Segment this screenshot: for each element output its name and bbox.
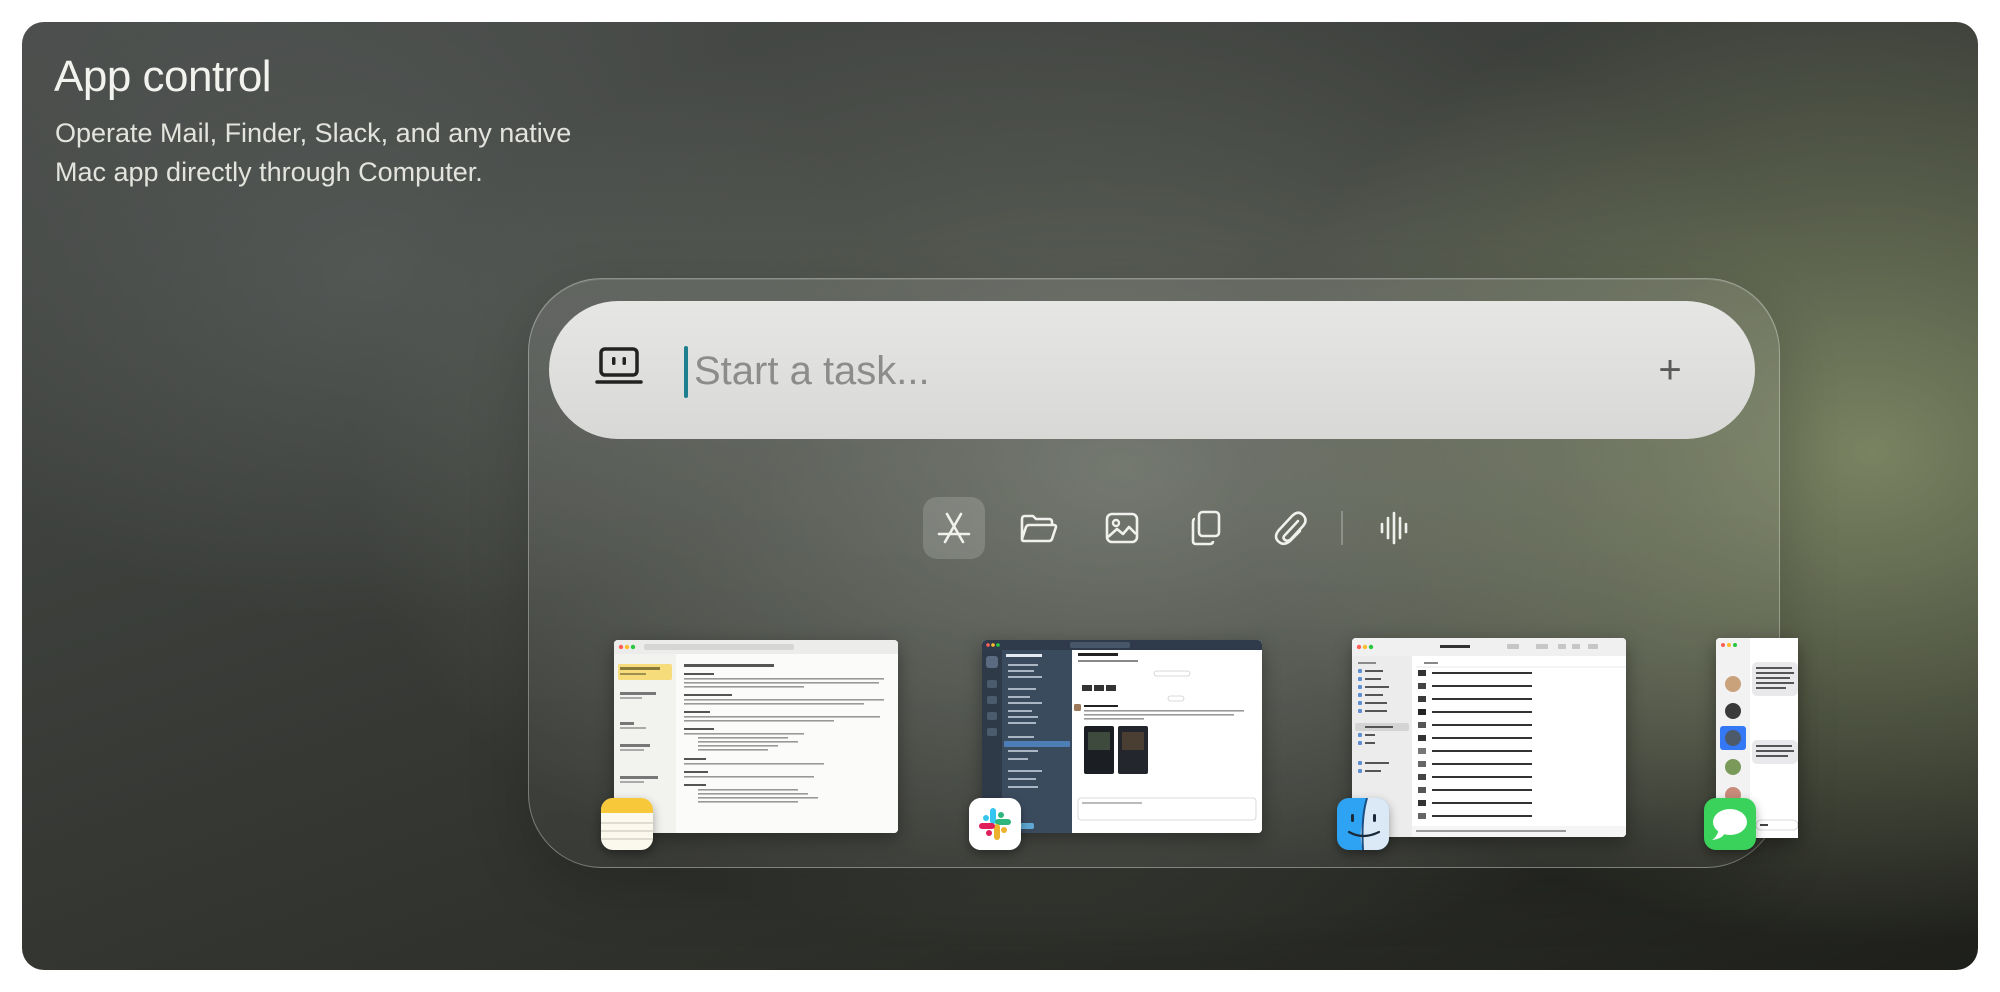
image-button[interactable] [1091,497,1153,559]
app-store-button[interactable] [923,497,985,559]
computer-icon [595,347,643,389]
waveform-icon [1380,511,1408,545]
slack-window-preview[interactable] [982,640,1262,833]
task-input[interactable] [694,335,1594,407]
page-subtitle: Operate Mail, Finder, Slack, and any nat… [55,114,675,192]
subtitle-line-2: Mac app directly through Computer. [55,157,483,187]
app-store-icon [937,512,971,544]
copy-icon [1191,510,1221,546]
plus-icon: + [1658,348,1682,392]
toolbar-divider [1341,511,1343,545]
slack-icon [969,798,1021,850]
folder-icon [1020,514,1058,543]
page-title: App control [54,52,272,101]
attach-button[interactable] [1259,497,1321,559]
finder-icon [1337,798,1389,850]
notes-window-preview[interactable] [614,640,898,833]
subtitle-line-1: Operate Mail, Finder, Slack, and any nat… [55,118,572,148]
image-icon [1105,512,1139,544]
messages-icon [1704,798,1756,850]
finder-window-preview[interactable] [1352,638,1626,837]
paperclip-icon [1274,511,1307,546]
copy-button[interactable] [1175,497,1237,559]
text-cursor [684,346,688,398]
folder-button[interactable] [1007,497,1069,559]
voice-button[interactable] [1363,497,1425,559]
notes-icon [601,798,653,850]
add-button[interactable]: + [1646,346,1694,394]
task-bar[interactable]: + [549,301,1755,439]
